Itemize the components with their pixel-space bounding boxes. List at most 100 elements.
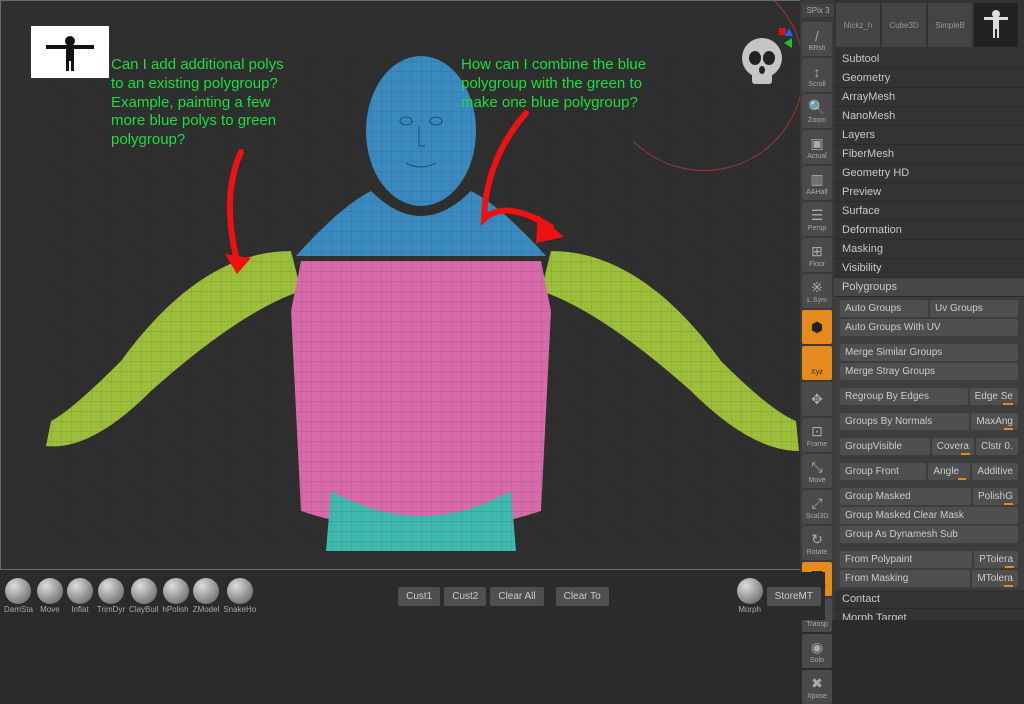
section-geometry-hd[interactable]: Geometry HD (834, 164, 1024, 183)
angle-slider[interactable]: Angle (928, 463, 970, 480)
brush-inflat[interactable]: Inflat (67, 578, 93, 614)
section-visibility[interactable]: Visibility (834, 259, 1024, 278)
merge-similar-button[interactable]: Merge Similar Groups (840, 344, 1018, 361)
rail-floor[interactable]: ⊞Floor (802, 238, 832, 272)
brush-trimdyr[interactable]: TrimDyr (97, 578, 125, 614)
annotation-left: Can I add additional polys to an existin… (111, 56, 311, 150)
additive-toggle[interactable]: Additive (972, 463, 1018, 480)
rail-frame[interactable]: ⊡Frame (802, 418, 832, 452)
section-fibermesh[interactable]: FiberMesh (834, 145, 1024, 164)
tool-thumb[interactable] (974, 3, 1018, 47)
rail-xpose[interactable]: ✖Xpose (802, 670, 832, 704)
rail-actual[interactable]: ▣Actual (802, 130, 832, 164)
annotation-arrow-right (456, 109, 616, 279)
group-dynamesh-button[interactable]: Group As Dynamesh Sub (840, 526, 1018, 543)
edge-slider[interactable]: Edge Se (970, 388, 1018, 405)
rail-zoom[interactable]: 🔍Zoom (802, 94, 832, 128)
cluster-slider[interactable]: Clstr 0. (976, 438, 1018, 455)
sphere-icon (163, 578, 189, 604)
rail-icon: ⤢ (806, 495, 828, 513)
sphere-icon (67, 578, 93, 604)
tool-thumbnail[interactable] (31, 26, 109, 78)
sphere-icon (227, 578, 253, 604)
maxangle-slider[interactable]: MaxAng (971, 413, 1018, 430)
ptolera-slider[interactable]: PTolera (974, 551, 1018, 568)
spix-readout: SPix 3 (802, 4, 834, 17)
groups-normals-button[interactable]: Groups By Normals (840, 413, 969, 430)
sphere-icon (737, 578, 763, 604)
nav-gizmo-skull[interactable] (734, 26, 794, 96)
annotation-arrow-left (171, 146, 291, 276)
auto-groups-button[interactable]: Auto Groups (840, 300, 928, 317)
section-contact[interactable]: Contact (834, 590, 1024, 609)
section-preview[interactable]: Preview (834, 183, 1024, 202)
rail-xyz[interactable]: Xyz (802, 346, 832, 380)
sphere-icon (131, 578, 157, 604)
section-nanomesh[interactable]: NanoMesh (834, 107, 1024, 126)
auto-groups-uv-button[interactable]: Auto Groups With UV (840, 319, 1018, 336)
cust2-button[interactable]: Cust2 (444, 587, 486, 606)
tool-panel: Nickz_hCube3DSimpleB SubtoolGeometryArra… (834, 0, 1024, 620)
rail-rotate[interactable]: ↻Rotate (802, 526, 832, 560)
section-arraymesh[interactable]: ArrayMesh (834, 88, 1024, 107)
rail-icon: ⊞ (806, 243, 828, 261)
brush-zmodel[interactable]: ZModel (193, 578, 220, 614)
rail-l.sym[interactable]: ※L.Sym (802, 274, 832, 308)
clear-all-button[interactable]: Clear All (490, 587, 543, 606)
group-visible-button[interactable]: GroupVisible (840, 438, 930, 455)
rail-icon (806, 351, 828, 369)
section-masking[interactable]: Masking (834, 240, 1024, 259)
section-deformation[interactable]: Deformation (834, 221, 1024, 240)
rail-icon: 🔍 (806, 99, 828, 117)
rail-✥[interactable]: ✥ (802, 382, 832, 416)
polish-slider[interactable]: PolishG (973, 488, 1018, 505)
merge-stray-button[interactable]: Merge Stray Groups (840, 363, 1018, 380)
brush-snakeho[interactable]: SnakeHo (223, 578, 256, 614)
sphere-icon (193, 578, 219, 604)
rail-move[interactable]: ⤡Move (802, 454, 832, 488)
rail-aahalf[interactable]: ▥AAHalf (802, 166, 832, 200)
uv-groups-button[interactable]: Uv Groups (930, 300, 1018, 317)
brush-claybuil[interactable]: ClayBuil (129, 578, 158, 614)
brush-damsta[interactable]: DamSta (4, 578, 33, 614)
rail-scal3d[interactable]: ⤢Scal3D (802, 490, 832, 524)
tool-thumb[interactable]: SimpleB (928, 3, 972, 47)
mtolera-slider[interactable]: MTolera (972, 570, 1018, 587)
section-layers[interactable]: Layers (834, 126, 1024, 145)
section-surface[interactable]: Surface (834, 202, 1024, 221)
cust1-button[interactable]: Cust1 (398, 587, 440, 606)
section-polygroups[interactable]: Polygroups (834, 278, 1024, 297)
clear-to-button[interactable]: Clear To (556, 587, 609, 606)
tool-thumb[interactable]: Cube3D (882, 3, 926, 47)
sphere-icon (98, 578, 124, 604)
from-polypaint-button[interactable]: From Polypaint (840, 551, 972, 568)
section-morph-target[interactable]: Morph Target (834, 609, 1024, 620)
rail-icon: ⊡ (806, 423, 828, 441)
rail-icon: ⬢ (806, 318, 828, 336)
brush-hpolish[interactable]: hPolish (162, 578, 188, 614)
from-masking-button[interactable]: From Masking (840, 570, 970, 587)
regroup-edges-button[interactable]: Regroup By Edges (840, 388, 968, 405)
coverage-slider[interactable]: Covera (932, 438, 974, 455)
group-masked-clear-button[interactable]: Group Masked Clear Mask (840, 507, 1018, 524)
section-geometry[interactable]: Geometry (834, 69, 1024, 88)
group-front-button[interactable]: Group Front (840, 463, 926, 480)
viewport[interactable]: Can I add additional polys to an existin… (0, 0, 825, 570)
rail-persp[interactable]: ☰Persp (802, 202, 832, 236)
store-mt-button[interactable]: StoreMT (767, 587, 821, 606)
section-subtool[interactable]: Subtool (834, 50, 1024, 69)
tool-rail: SPix 3 /BRsh↕Scroll🔍Zoom▣Actual▥AAHalf☰P… (800, 0, 834, 620)
rail-brsh[interactable]: /BRsh (802, 22, 832, 56)
group-masked-button[interactable]: Group Masked (840, 488, 971, 505)
rail-icon: ☰ (806, 207, 828, 225)
rail-⬢[interactable]: ⬢ (802, 310, 832, 344)
rail-icon: ▥ (806, 171, 828, 189)
brush-move[interactable]: Move (37, 578, 63, 614)
tool-thumbnails-row: Nickz_hCube3DSimpleB (834, 0, 1024, 50)
rail-icon: ↕ (806, 63, 828, 81)
rail-solo[interactable]: ◉Solo (802, 634, 832, 668)
tool-thumb[interactable]: Nickz_h (836, 3, 880, 47)
rail-scroll[interactable]: ↕Scroll (802, 58, 832, 92)
morph-button[interactable]: Morph (737, 578, 763, 614)
rail-icon: ※ (806, 279, 828, 297)
